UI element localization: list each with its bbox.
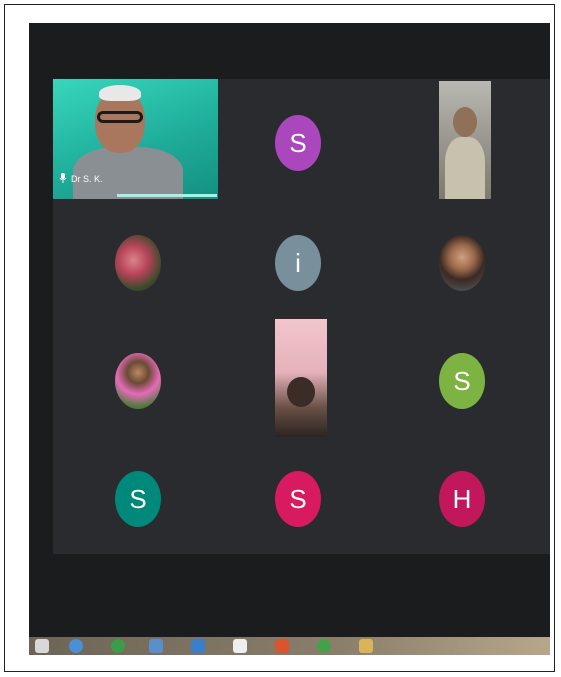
speaking-indicator [117,194,217,197]
speaker-name-tag: Dr S. K. [59,173,103,185]
participant-avatar[interactable]: S [439,353,485,409]
participant-photo-avatar[interactable] [115,235,161,291]
white-app-icon[interactable] [233,639,247,653]
participant-avatar[interactable]: H [439,471,485,527]
blue-app-icon[interactable] [191,639,205,653]
red-app-icon[interactable] [275,639,289,653]
participant-photo-avatar[interactable] [439,235,485,291]
participant-photo-avatar[interactable] [115,353,161,409]
participant-avatar[interactable]: i [275,235,321,291]
meeting-window: Dr S. K. S i S S S H [29,23,550,655]
participant-avatar[interactable]: S [275,115,321,171]
participant-video-portrait[interactable] [275,319,327,437]
chrome-icon[interactable] [69,639,83,653]
participant-video-portrait[interactable] [439,81,491,199]
speaker-glasses [97,111,143,123]
green-app-icon[interactable] [111,639,125,653]
folder-icon[interactable] [359,639,373,653]
windows-icon[interactable] [35,639,49,653]
active-speaker-video[interactable]: Dr S. K. [53,79,218,199]
taskbar [29,637,550,655]
speaker-name: Dr S. K. [71,174,103,184]
screenshot-frame: Dr S. K. S i S S S H [4,4,555,672]
speaker-hair [99,85,141,101]
participant-avatar[interactable]: S [275,471,321,527]
window-icon[interactable] [149,639,163,653]
green-circle-icon[interactable] [317,639,331,653]
participant-avatar[interactable]: S [115,471,161,527]
mic-icon [59,173,67,185]
